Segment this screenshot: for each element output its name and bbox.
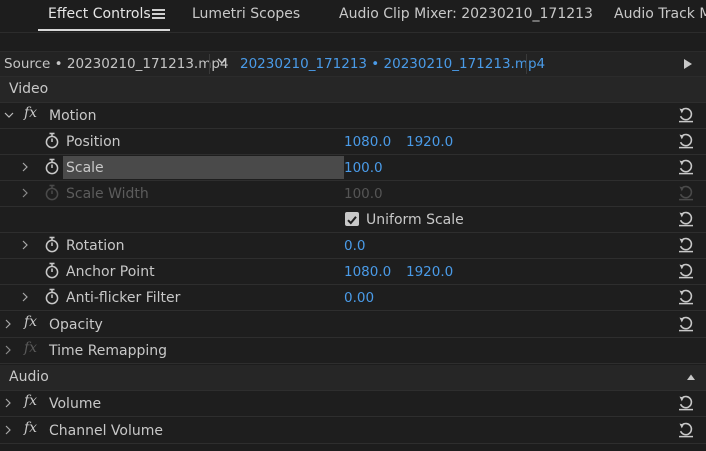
effect-name-volume: Volume xyxy=(49,396,102,412)
property-row-anti-flicker: Anti-flicker Filter 0.00 xyxy=(0,285,706,311)
effect-name-time-remapping: Time Remapping xyxy=(49,343,168,359)
caret-right-icon[interactable] xyxy=(19,239,31,251)
property-row-position: Position 1080.0 1920.0 xyxy=(0,129,706,155)
sequence-clip-label[interactable]: 20230210_171213 • 20230210_171213.mp4 xyxy=(240,56,545,72)
reset-icon[interactable] xyxy=(678,107,694,123)
audio-section-title: Audio xyxy=(9,369,49,385)
divider xyxy=(526,54,527,74)
reset-icon xyxy=(678,185,694,201)
stopwatch-icon[interactable] xyxy=(44,262,60,279)
reset-icon[interactable] xyxy=(678,159,694,175)
property-label-rotation: Rotation xyxy=(66,238,125,254)
scale-width-value: 100.0 xyxy=(344,186,383,202)
fx-icon: fx xyxy=(24,340,38,356)
video-section-header[interactable]: Video xyxy=(0,77,706,103)
property-row-anchor-point: Anchor Point 1080.0 1920.0 xyxy=(0,259,706,285)
stopwatch-icon[interactable] xyxy=(44,288,60,305)
property-row-uniform-scale: Uniform Scale xyxy=(0,207,706,233)
effect-row-channel-volume[interactable]: fx Channel Volume xyxy=(0,418,706,444)
stopwatch-icon xyxy=(44,184,60,201)
collapse-up-icon[interactable] xyxy=(686,373,696,381)
caret-right-icon[interactable] xyxy=(2,344,14,356)
effect-row-opacity[interactable]: fx Opacity xyxy=(0,312,706,338)
caret-right-icon[interactable] xyxy=(19,161,31,173)
panel-menu-icon[interactable] xyxy=(152,7,165,21)
checkmark-icon xyxy=(347,216,357,225)
effect-row-volume[interactable]: fx Volume xyxy=(0,391,706,417)
panel-tab-bar: Effect Controls Lumetri Scopes Audio Cli… xyxy=(0,0,706,33)
effect-row-motion[interactable]: fx Motion xyxy=(0,103,706,129)
divider xyxy=(209,54,210,74)
row-highlight xyxy=(63,156,344,179)
source-clip-label[interactable]: Source • 20230210_171213.mp4 xyxy=(4,56,229,72)
reset-icon[interactable] xyxy=(678,289,694,305)
stopwatch-icon[interactable] xyxy=(44,132,60,149)
property-row-scale-width: Scale Width 100.0 xyxy=(0,181,706,207)
fx-icon[interactable]: fx xyxy=(24,105,37,121)
uniform-scale-label[interactable]: Uniform Scale xyxy=(366,212,464,228)
property-row-rotation: Rotation 0.0 xyxy=(0,233,706,259)
stopwatch-icon[interactable] xyxy=(44,158,60,175)
caret-right-icon[interactable] xyxy=(2,397,14,409)
position-x-value[interactable]: 1080.0 xyxy=(344,134,391,150)
tab-effect-controls[interactable]: Effect Controls xyxy=(48,6,151,22)
active-tab-indicator xyxy=(38,29,170,31)
fx-icon[interactable]: fx xyxy=(24,420,37,436)
video-section-title: Video xyxy=(9,81,49,97)
scale-value[interactable]: 100.0 xyxy=(344,160,383,176)
property-label-anti-flicker: Anti-flicker Filter xyxy=(66,290,181,306)
caret-down-icon[interactable] xyxy=(3,109,15,121)
reset-icon[interactable] xyxy=(678,237,694,253)
anchor-point-y-value[interactable]: 1920.0 xyxy=(406,264,453,280)
caret-right-icon[interactable] xyxy=(19,291,31,303)
caret-right-icon[interactable] xyxy=(19,187,31,199)
tab-lumetri-scopes[interactable]: Lumetri Scopes xyxy=(192,6,300,22)
property-label-anchor-point: Anchor Point xyxy=(66,264,155,280)
reset-icon[interactable] xyxy=(678,316,694,332)
reset-icon[interactable] xyxy=(678,133,694,149)
rotation-value[interactable]: 0.0 xyxy=(344,238,365,254)
reset-icon[interactable] xyxy=(678,211,694,227)
position-y-value[interactable]: 1920.0 xyxy=(406,134,453,150)
caret-right-icon[interactable] xyxy=(2,424,14,436)
audio-section-header[interactable]: Audio xyxy=(0,365,706,391)
anchor-point-x-value[interactable]: 1080.0 xyxy=(344,264,391,280)
tab-audio-clip-mixer[interactable]: Audio Clip Mixer: 20230210_171213 xyxy=(339,6,593,22)
property-label-position: Position xyxy=(66,134,121,150)
reset-icon[interactable] xyxy=(678,263,694,279)
effect-name-channel-volume: Channel Volume xyxy=(49,423,163,439)
anti-flicker-value[interactable]: 0.00 xyxy=(344,290,374,306)
effect-name-opacity: Opacity xyxy=(49,317,103,333)
fx-icon[interactable]: fx xyxy=(24,314,37,330)
play-icon[interactable] xyxy=(683,58,693,70)
fx-icon[interactable]: fx xyxy=(24,393,37,409)
uniform-scale-checkbox[interactable] xyxy=(345,212,359,226)
stopwatch-icon[interactable] xyxy=(44,236,60,253)
clip-source-bar: Source • 20230210_171213.mp4 20230210_17… xyxy=(0,51,706,77)
caret-right-icon[interactable] xyxy=(2,318,14,330)
property-label-scale: Scale xyxy=(66,160,104,176)
effect-row-time-remapping[interactable]: fx Time Remapping xyxy=(0,338,706,364)
reset-icon[interactable] xyxy=(678,422,694,438)
chevron-down-icon[interactable] xyxy=(216,55,228,67)
reset-icon[interactable] xyxy=(678,395,694,411)
property-label-scale-width: Scale Width xyxy=(66,186,149,202)
property-row-scale: Scale 100.0 xyxy=(0,155,706,181)
tab-audio-track-mixer[interactable]: Audio Track Mi xyxy=(614,6,706,22)
effect-name-motion: Motion xyxy=(49,108,97,124)
